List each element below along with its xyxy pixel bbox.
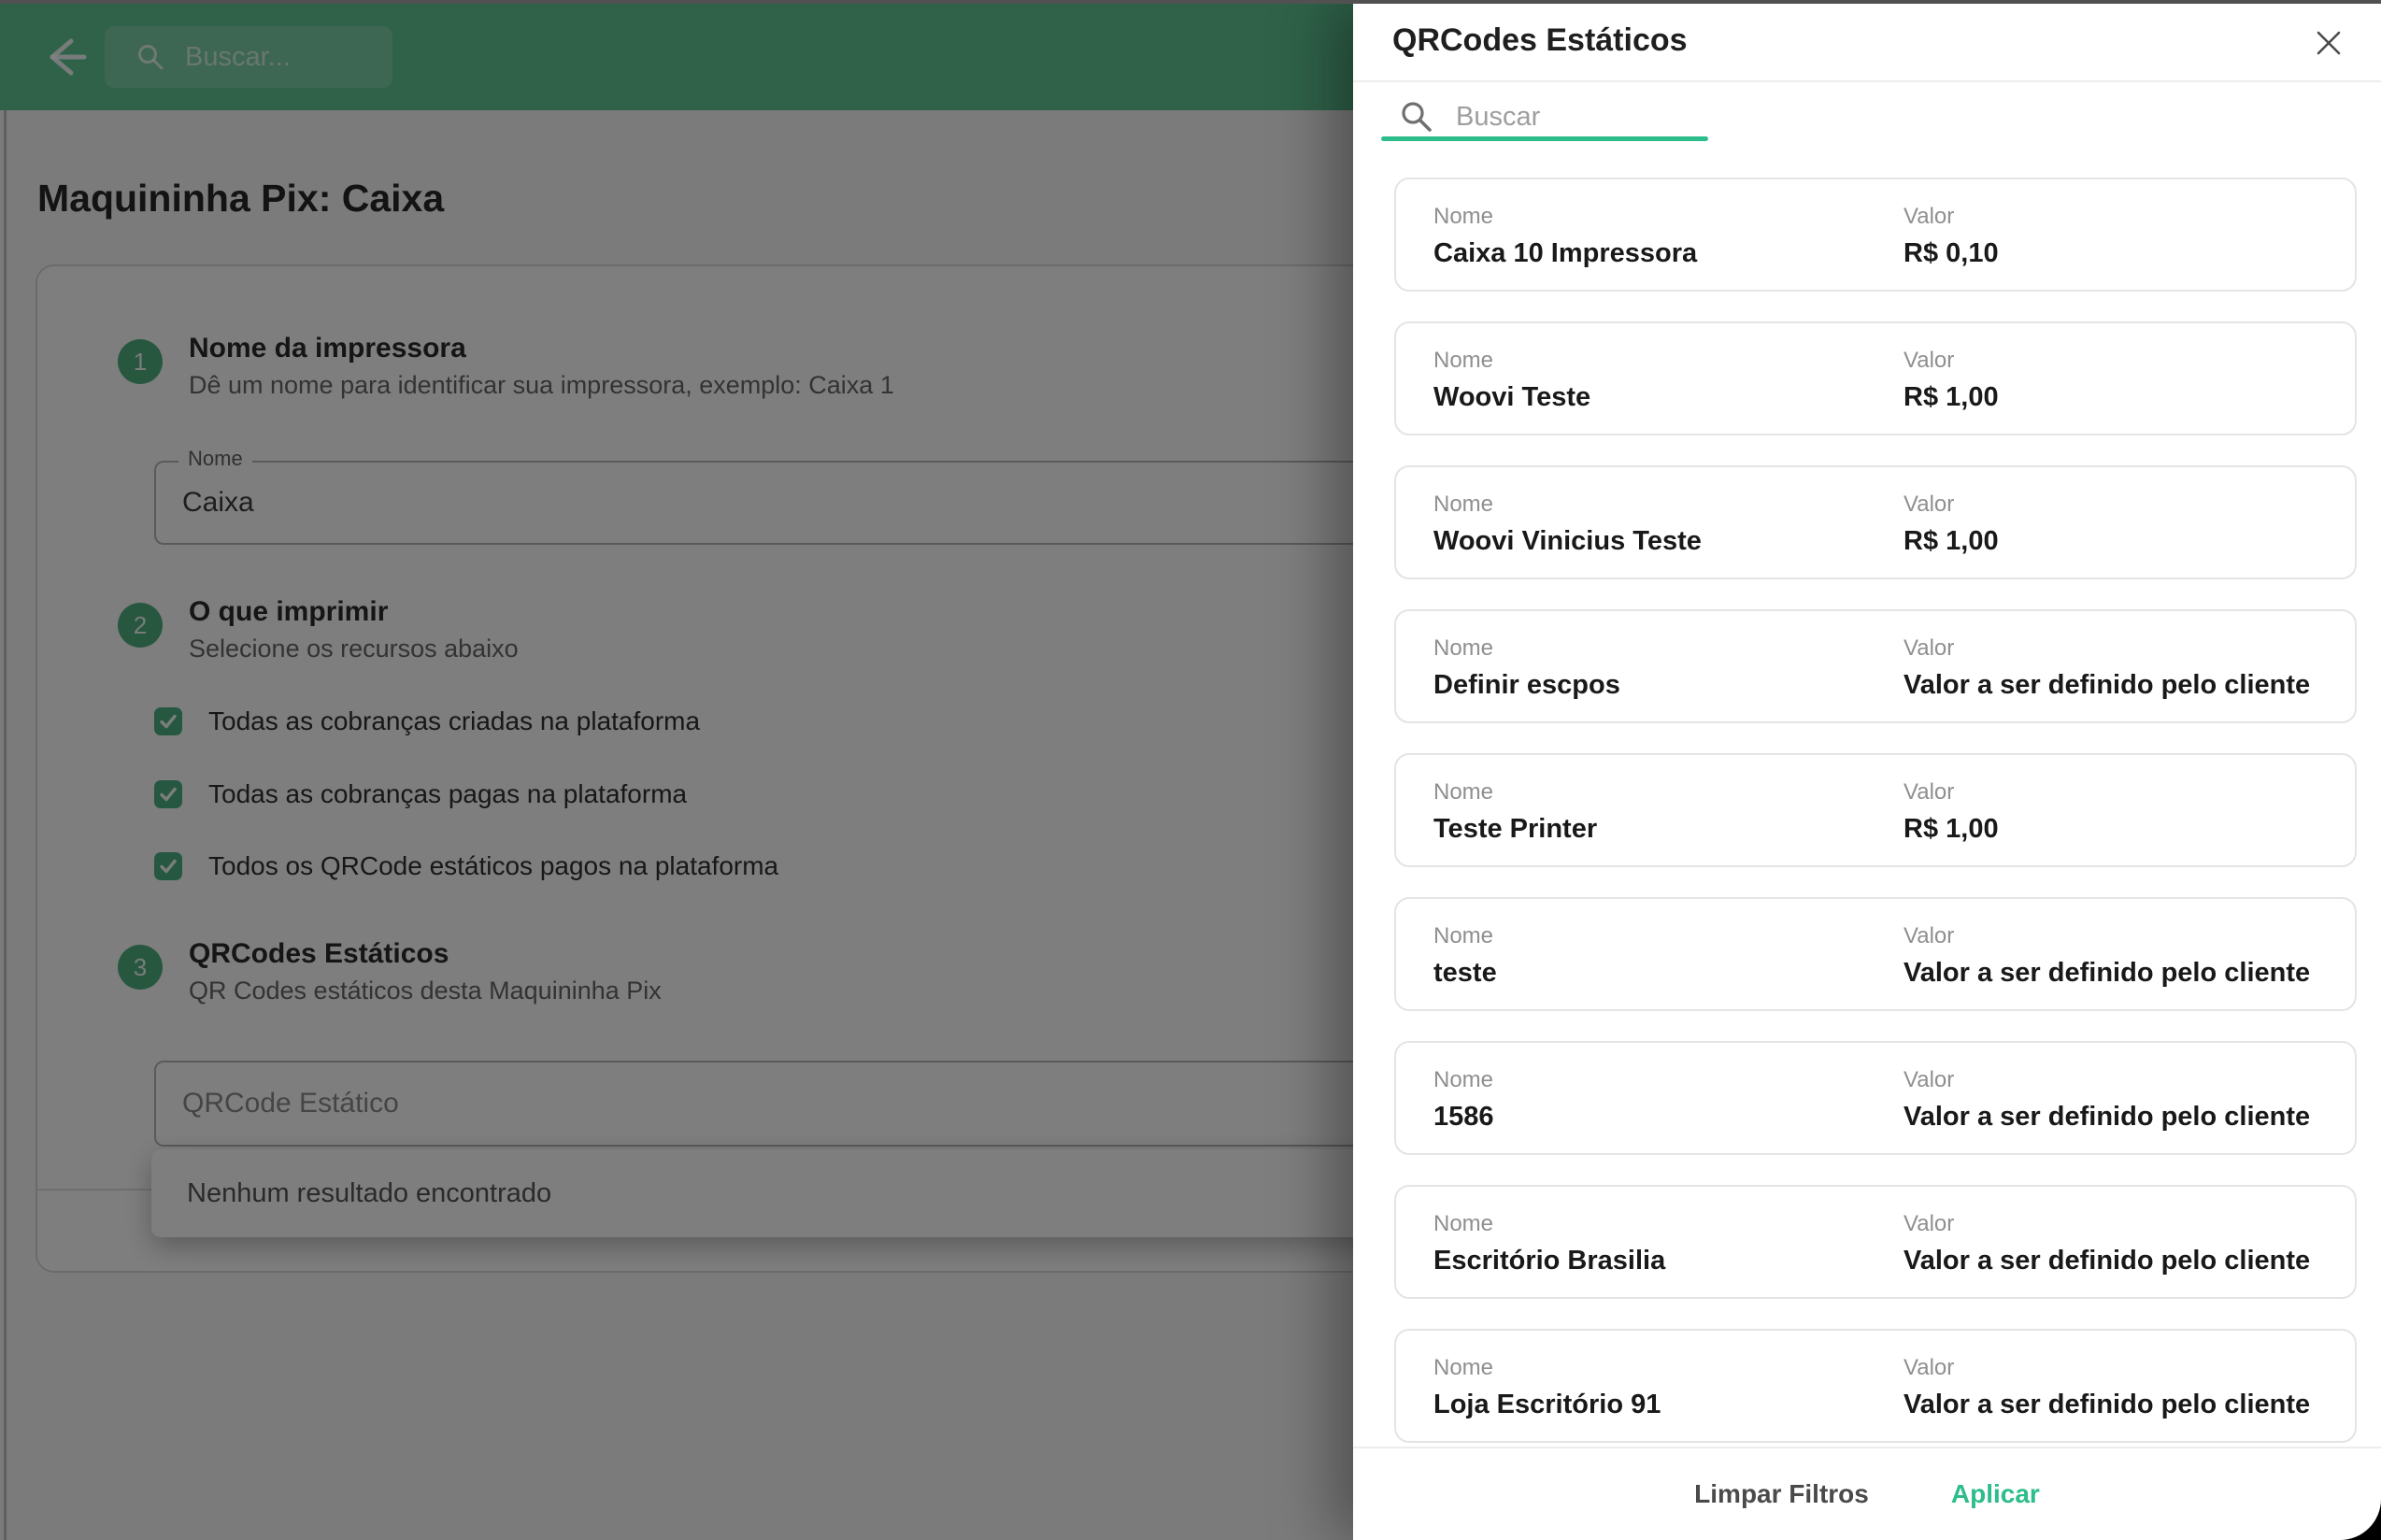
value-label: Valor — [1903, 779, 1999, 806]
name-label: Nome — [1433, 348, 1903, 374]
name-label: Nome — [1433, 923, 1903, 949]
qrcode-name: Definir escpos — [1433, 670, 1903, 701]
qrcode-value: R$ 1,00 — [1903, 382, 1999, 413]
name-label: Nome — [1433, 1211, 1903, 1237]
qrcode-name: teste — [1433, 958, 1903, 989]
qrcode-list-item[interactable]: Nome 1586 Valor Valor a ser definido pel… — [1394, 1041, 2357, 1155]
drawer-header: QRCodes Estáticos — [1353, 0, 2381, 82]
qrcode-name: Woovi Teste — [1433, 382, 1903, 413]
window-top-edge — [0, 0, 2381, 4]
qrcode-list-item[interactable]: Nome Teste Printer Valor R$ 1,00 — [1394, 753, 2357, 867]
qrcode-name: Escritório Brasilia — [1433, 1246, 1903, 1276]
qrcode-value: R$ 1,00 — [1903, 814, 1999, 845]
drawer-footer: Limpar Filtros Aplicar — [1353, 1447, 2381, 1540]
search-underline — [1381, 136, 1708, 141]
name-label: Nome — [1433, 492, 1903, 518]
qrcode-name: Caixa 10 Impressora — [1433, 238, 1903, 269]
name-label: Nome — [1433, 1067, 1903, 1093]
value-label: Valor — [1903, 204, 1999, 230]
value-label: Valor — [1903, 348, 1999, 374]
qrcode-list: Nome Caixa 10 Impressora Valor R$ 0,10 N… — [1353, 151, 2381, 1447]
value-label: Valor — [1903, 1355, 2310, 1381]
qrcode-list-item[interactable]: Nome Woovi Vinicius Teste Valor R$ 1,00 — [1394, 465, 2357, 579]
value-label: Valor — [1903, 1067, 2310, 1093]
name-label: Nome — [1433, 635, 1903, 662]
qrcode-list-item[interactable]: Nome Caixa 10 Impressora Valor R$ 0,10 — [1394, 178, 2357, 292]
app-window: Buscar... Maquininha Pix: Caixa 1 Nome d… — [0, 0, 2381, 1540]
qrcode-value: Valor a ser definido pelo cliente — [1903, 1390, 2310, 1420]
qrcode-value: Valor a ser definido pelo cliente — [1903, 1246, 2310, 1276]
qrcode-value: Valor a ser definido pelo cliente — [1903, 1102, 2310, 1133]
qrcode-value: R$ 1,00 — [1903, 526, 1999, 557]
value-label: Valor — [1903, 1211, 2310, 1237]
qrcode-name: 1586 — [1433, 1102, 1903, 1133]
value-label: Valor — [1903, 923, 2310, 949]
apply-button[interactable]: Aplicar — [1936, 1470, 2055, 1519]
value-label: Valor — [1903, 635, 2310, 662]
qrcode-list-item[interactable]: Nome Loja Escritório 91 Valor Valor a se… — [1394, 1329, 2357, 1443]
drawer-title: QRCodes Estáticos — [1392, 22, 1688, 59]
drawer-search — [1353, 82, 2381, 151]
qrcode-list-item[interactable]: Nome Woovi Teste Valor R$ 1,00 — [1394, 321, 2357, 435]
qrcode-value: Valor a ser definido pelo cliente — [1903, 670, 2310, 701]
clear-filters-button[interactable]: Limpar Filtros — [1679, 1470, 1884, 1519]
value-label: Valor — [1903, 492, 1999, 518]
qrcodes-drawer: QRCodes Estáticos Nome Caixa 10 Impresso… — [1353, 0, 2381, 1540]
qrcode-name: Teste Printer — [1433, 814, 1903, 845]
close-icon — [2313, 27, 2345, 59]
qrcode-list-item[interactable]: Nome Definir escpos Valor Valor a ser de… — [1394, 609, 2357, 723]
qrcode-value: Valor a ser definido pelo cliente — [1903, 958, 2310, 989]
name-label: Nome — [1433, 204, 1903, 230]
qrcode-name: Loja Escritório 91 — [1433, 1390, 1903, 1420]
name-label: Nome — [1433, 779, 1903, 806]
name-label: Nome — [1433, 1355, 1903, 1381]
close-button[interactable] — [2310, 24, 2347, 62]
search-icon — [1400, 100, 1433, 134]
qrcode-value: R$ 0,10 — [1903, 238, 1999, 269]
qrcode-list-item[interactable]: Nome teste Valor Valor a ser definido pe… — [1394, 897, 2357, 1011]
qrcode-list-item[interactable]: Nome Escritório Brasilia Valor Valor a s… — [1394, 1185, 2357, 1299]
drawer-search-input[interactable] — [1454, 101, 1719, 134]
qrcode-name: Woovi Vinicius Teste — [1433, 526, 1903, 557]
